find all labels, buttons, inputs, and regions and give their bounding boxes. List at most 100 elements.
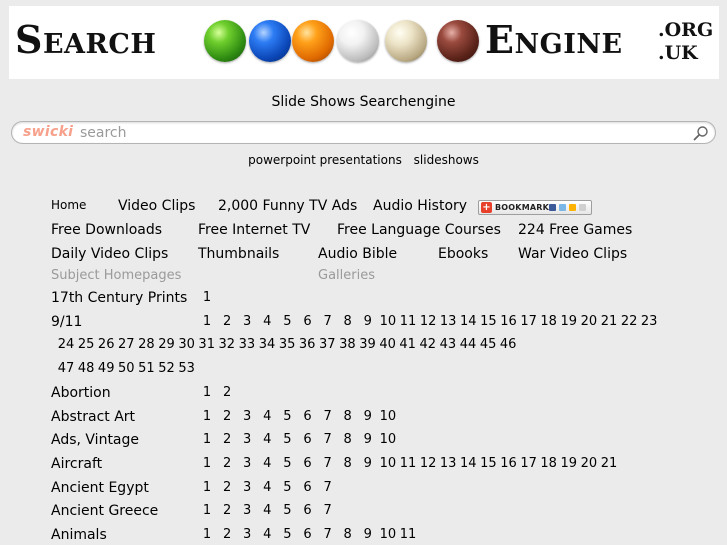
page-number-link[interactable]: 51 <box>136 361 156 376</box>
page-number-link[interactable]: 22 <box>619 314 639 329</box>
page-number-link[interactable]: 5 <box>277 527 297 542</box>
page-number-link[interactable]: 5 <box>277 456 297 471</box>
page-number-link[interactable]: 6 <box>298 480 318 495</box>
page-number-link[interactable]: 50 <box>116 361 136 376</box>
page-number-link[interactable]: 3 <box>237 527 257 542</box>
page-number-link[interactable]: 11 <box>398 314 418 329</box>
page-number-link[interactable]: 18 <box>539 456 559 471</box>
page-number-link[interactable]: 3 <box>237 409 257 424</box>
page-number-link[interactable]: 12 <box>418 314 438 329</box>
page-number-link[interactable]: 7 <box>318 314 338 329</box>
page-number-link[interactable]: 6 <box>298 527 318 542</box>
page-number-link[interactable]: 4 <box>257 314 277 329</box>
search-icon[interactable] <box>693 125 709 141</box>
page-number-link[interactable]: 6 <box>298 432 318 447</box>
page-number-link[interactable]: 8 <box>338 456 358 471</box>
page-number-link[interactable]: 25 <box>76 337 96 352</box>
page-number-link[interactable]: 18 <box>539 314 559 329</box>
nav-free-games[interactable]: 224 Free Games <box>518 222 632 238</box>
page-number-link[interactable]: 7 <box>318 456 338 471</box>
nav-daily-video-clips[interactable]: Daily Video Clips <box>51 246 168 262</box>
page-number-link[interactable]: 36 <box>297 337 317 352</box>
page-number-link[interactable]: 10 <box>378 456 398 471</box>
page-number-link[interactable]: 35 <box>277 337 297 352</box>
category-name-link[interactable]: Ancient Greece <box>51 503 158 519</box>
page-number-link[interactable]: 1 <box>197 409 217 424</box>
page-number-link[interactable]: 7 <box>318 432 338 447</box>
page-number-link[interactable]: 48 <box>76 361 96 376</box>
page-number-link[interactable]: 42 <box>418 337 438 352</box>
page-number-link[interactable]: 41 <box>398 337 418 352</box>
bookmark-button[interactable]: + BOOKMARK <box>478 200 592 215</box>
page-number-link[interactable]: 38 <box>337 337 357 352</box>
page-number-link[interactable]: 33 <box>237 337 257 352</box>
page-number-link[interactable]: 39 <box>358 337 378 352</box>
page-number-link[interactable]: 2 <box>217 314 237 329</box>
page-number-link[interactable]: 2 <box>217 409 237 424</box>
page-number-link[interactable]: 1 <box>197 503 217 518</box>
nav-audio-bible[interactable]: Audio Bible <box>318 246 397 262</box>
page-number-link[interactable]: 6 <box>298 456 318 471</box>
page-number-link[interactable]: 14 <box>458 456 478 471</box>
page-number-link[interactable]: 5 <box>277 409 297 424</box>
nav-ebooks[interactable]: Ebooks <box>438 246 488 262</box>
page-number-link[interactable]: 3 <box>237 314 257 329</box>
category-name-link[interactable]: 9/11 <box>51 314 82 330</box>
page-number-link[interactable]: 4 <box>257 503 277 518</box>
page-number-link[interactable]: 7 <box>318 503 338 518</box>
page-number-link[interactable]: 17 <box>519 456 539 471</box>
page-number-link[interactable]: 37 <box>317 337 337 352</box>
page-number-link[interactable]: 15 <box>478 456 498 471</box>
page-number-link[interactable]: 3 <box>237 480 257 495</box>
search-box[interactable]: swicki <box>11 121 716 144</box>
page-number-link[interactable]: 19 <box>559 456 579 471</box>
site-banner[interactable]: Search Engine .ORG .UK <box>9 6 719 79</box>
category-name-link[interactable]: Abortion <box>51 385 111 401</box>
page-number-link[interactable]: 5 <box>277 480 297 495</box>
page-number-link[interactable]: 13 <box>438 456 458 471</box>
page-number-link[interactable]: 1 <box>197 432 217 447</box>
page-number-link[interactable]: 24 <box>56 337 76 352</box>
page-number-link[interactable]: 2 <box>217 527 237 542</box>
page-number-link[interactable]: 4 <box>257 432 277 447</box>
page-number-link[interactable]: 2 <box>217 480 237 495</box>
search-input[interactable] <box>80 123 680 142</box>
category-name-link[interactable]: Aircraft <box>51 456 102 472</box>
page-number-link[interactable]: 47 <box>56 361 76 376</box>
page-number-link[interactable]: 12 <box>418 456 438 471</box>
page-number-link[interactable]: 4 <box>257 456 277 471</box>
page-number-link[interactable]: 1 <box>197 456 217 471</box>
nav-video-clips[interactable]: Video Clips <box>118 198 195 214</box>
page-number-link[interactable]: 3 <box>237 432 257 447</box>
page-number-link[interactable]: 10 <box>378 314 398 329</box>
page-number-link[interactable]: 8 <box>338 527 358 542</box>
page-number-link[interactable]: 9 <box>358 409 378 424</box>
nav-free-internet-tv[interactable]: Free Internet TV <box>198 222 310 238</box>
page-number-link[interactable]: 21 <box>599 314 619 329</box>
page-number-link[interactable]: 10 <box>378 409 398 424</box>
related-link-powerpoint[interactable]: powerpoint presentations <box>248 153 402 167</box>
related-link-slideshows[interactable]: slideshows <box>414 153 479 167</box>
page-number-link[interactable]: 3 <box>237 456 257 471</box>
page-number-link[interactable]: 10 <box>378 432 398 447</box>
page-number-link[interactable]: 23 <box>639 314 659 329</box>
page-number-link[interactable]: 1 <box>197 480 217 495</box>
nav-free-downloads[interactable]: Free Downloads <box>51 222 162 238</box>
page-number-link[interactable]: 21 <box>599 456 619 471</box>
page-number-link[interactable]: 5 <box>277 314 297 329</box>
nav-funny-tv-ads[interactable]: 2,000 Funny TV Ads <box>218 198 357 214</box>
page-number-link[interactable]: 52 <box>157 361 177 376</box>
page-number-link[interactable]: 53 <box>177 361 197 376</box>
page-number-link[interactable]: 29 <box>157 337 177 352</box>
page-number-link[interactable]: 40 <box>378 337 398 352</box>
page-number-link[interactable]: 15 <box>478 314 498 329</box>
page-number-link[interactable]: 8 <box>338 432 358 447</box>
page-number-link[interactable]: 26 <box>96 337 116 352</box>
page-number-link[interactable]: 28 <box>136 337 156 352</box>
page-number-link[interactable]: 49 <box>96 361 116 376</box>
page-number-link[interactable]: 46 <box>498 337 518 352</box>
page-number-link[interactable]: 6 <box>298 314 318 329</box>
category-name-link[interactable]: Abstract Art <box>51 409 135 425</box>
page-number-link[interactable]: 27 <box>116 337 136 352</box>
page-number-link[interactable]: 9 <box>358 432 378 447</box>
